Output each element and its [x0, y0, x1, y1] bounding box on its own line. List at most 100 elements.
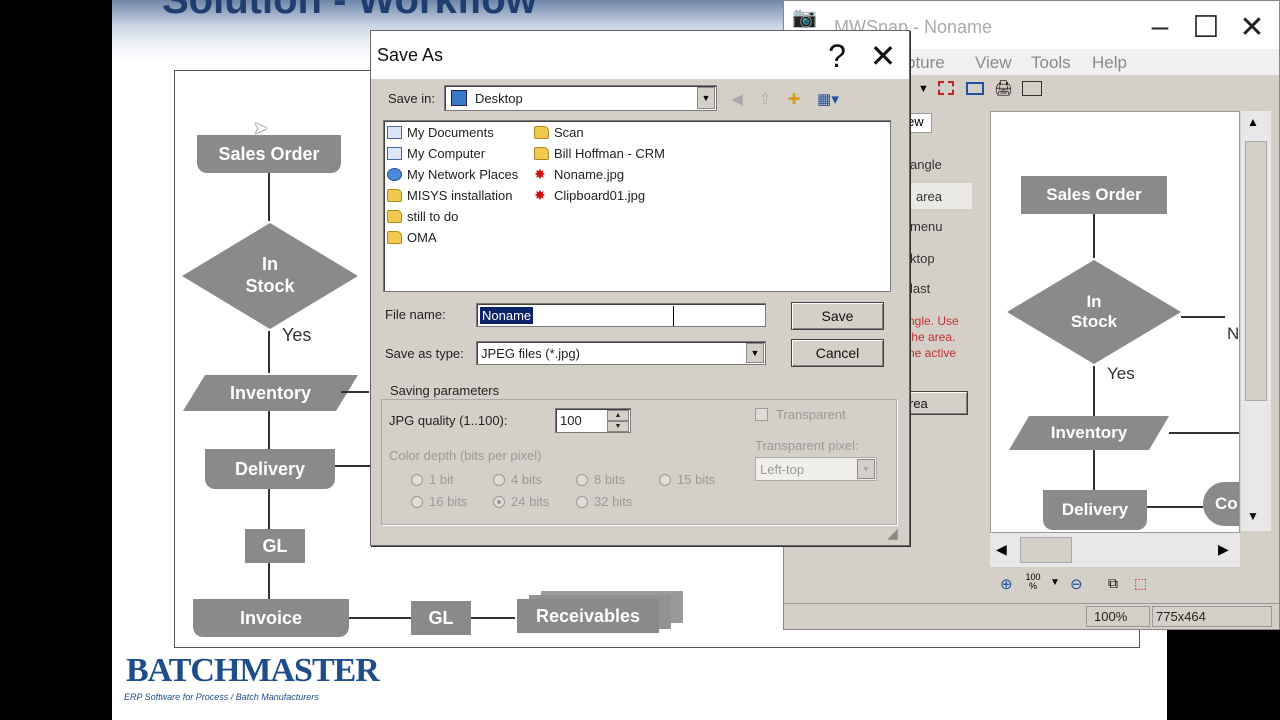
scroll-up-icon[interactable]: ▲ — [1247, 115, 1259, 129]
zoom-out-icon[interactable]: ⊖ — [1070, 575, 1083, 593]
zoom-toolbar: ⊕ 100 % ▼ ⊖ ⧉ ⬚ — [994, 573, 1194, 597]
crop-icon[interactable]: ⬚ — [1134, 575, 1147, 592]
preview-horizontal-scrollbar[interactable]: ◀ ▶ — [990, 533, 1240, 567]
capture-desktop-icon[interactable]: 🖨 — [994, 79, 1013, 97]
dropdown-arrow-icon[interactable]: ▼ — [918, 83, 929, 95]
resize-grip-icon[interactable]: ◢ — [887, 525, 907, 543]
help-icon[interactable]: ? — [817, 36, 857, 76]
scroll-thumb-h[interactable] — [1020, 537, 1072, 563]
connector — [268, 173, 270, 221]
depth-radio-4bits[interactable]: 4 bits — [493, 472, 542, 487]
file-name: MISYS installation — [407, 188, 513, 203]
depth-radio-1bit[interactable]: 1 bit — [411, 472, 454, 487]
menu-tools[interactable]: Tools — [1031, 53, 1071, 73]
capture-window-icon[interactable] — [966, 82, 984, 95]
list-item[interactable]: still to do — [387, 209, 458, 224]
transparent-label: Transparent — [776, 407, 846, 422]
list-item[interactable]: My Network Places — [387, 167, 518, 182]
capture-last-option[interactable]: last — [910, 281, 930, 296]
copy-icon[interactable]: ⧉ — [1108, 575, 1118, 592]
jpg-quality-spinner[interactable]: 100 ▲ ▼ — [555, 408, 631, 433]
menu-capture[interactable]: pture — [906, 53, 945, 73]
depth-radio-16bits[interactable]: 16 bits — [411, 494, 467, 509]
radio-label: 15 bits — [677, 472, 716, 487]
new-folder-icon[interactable]: ✚ — [784, 89, 804, 109]
chevron-down-icon[interactable]: ▼ — [746, 343, 764, 363]
transparent-pixel-dropdown[interactable]: Left-top ▼ — [755, 457, 877, 481]
back-icon[interactable]: ◀ — [727, 89, 747, 109]
depth-radio-15bits[interactable]: 15 bits — [659, 472, 715, 487]
close-icon[interactable]: ✕ — [863, 36, 903, 76]
status-zoom: 100% — [1094, 609, 1128, 624]
close-icon[interactable]: ✕ — [1232, 9, 1272, 45]
dialog-titlebar[interactable]: Save As ? ✕ — [371, 31, 909, 79]
file-name: My Documents — [407, 125, 494, 140]
capture-menu-option[interactable]: menu — [910, 219, 943, 234]
mwsnap-preview: Sales Order In Stock N Yes Inventory Del… — [990, 111, 1240, 533]
spin-down-icon[interactable]: ▼ — [607, 421, 629, 432]
list-item[interactable]: MISYS installation — [387, 188, 513, 203]
menu-help[interactable]: Help — [1092, 53, 1127, 73]
save-in-value: Desktop — [475, 91, 523, 106]
list-item[interactable]: My Documents — [387, 125, 494, 140]
chevron-down-icon[interactable]: ▼ — [857, 459, 875, 479]
transparent-checkbox[interactable]: Transparent — [755, 407, 846, 422]
desktop-icon — [451, 90, 467, 106]
minimize-icon[interactable]: – — [1140, 9, 1180, 45]
depth-radio-24bits[interactable]: 24 bits — [493, 494, 549, 509]
checkbox-box — [755, 408, 768, 421]
radio-label: 4 bits — [511, 472, 543, 487]
depth-radio-8bits[interactable]: 8 bits — [576, 472, 625, 487]
list-item[interactable]: My Computer — [387, 146, 485, 161]
list-item[interactable]: Bill Hoffman - CRM — [534, 146, 665, 161]
list-item[interactable]: OMA — [387, 230, 437, 245]
radio-label: 1 bit — [429, 472, 454, 487]
cancel-button[interactable]: Cancel — [791, 339, 884, 367]
connector — [1169, 432, 1239, 434]
connector — [268, 411, 270, 449]
scroll-left-icon[interactable]: ◀ — [996, 541, 1007, 558]
preview-yes-label: Yes — [1107, 364, 1135, 383]
capture-rectangle-option[interactable]: angle — [910, 157, 942, 172]
spin-up-icon[interactable]: ▲ — [607, 410, 629, 421]
radio-label: 16 bits — [429, 494, 468, 509]
connector — [268, 489, 270, 529]
transparent-pixel-label: Transparent pixel: — [755, 438, 859, 453]
menu-view[interactable]: View — [975, 53, 1012, 73]
maximize-icon[interactable]: ☐ — [1186, 9, 1226, 45]
in-stock-decision: In Stock — [180, 221, 360, 331]
capture-last-icon[interactable] — [1022, 81, 1042, 96]
zoom-dropdown-icon[interactable]: ▼ — [1050, 577, 1060, 588]
list-item[interactable]: Scan — [534, 125, 584, 140]
radio-label: 24 bits — [511, 494, 550, 509]
up-folder-icon[interactable]: ⇧ — [755, 89, 775, 109]
capture-rect-icon[interactable] — [938, 81, 954, 95]
depth-radio-32bits[interactable]: 32 bits — [576, 494, 632, 509]
file-name-input[interactable]: Noname — [476, 303, 766, 327]
zoom-in-icon[interactable]: ⊕ — [1000, 575, 1013, 593]
network-icon — [387, 168, 402, 181]
connector — [1093, 366, 1095, 416]
scroll-down-icon[interactable]: ▼ — [1247, 509, 1259, 523]
scroll-right-icon[interactable]: ▶ — [1218, 541, 1229, 558]
capture-area-button[interactable]: rea — [902, 391, 968, 415]
save-in-dropdown[interactable]: Desktop ▼ — [444, 85, 717, 111]
zoom-100-icon[interactable]: 100 % — [1024, 573, 1042, 591]
documents-icon — [387, 126, 402, 139]
file-list[interactable]: My Documents My Computer My Network Plac… — [383, 120, 891, 292]
preview-in-stock-label: In Stock — [1070, 291, 1118, 331]
preview-vertical-scrollbar[interactable]: ▲ ▼ — [1241, 111, 1271, 531]
capture-area-option[interactable]: area — [916, 189, 942, 204]
file-name: Scan — [554, 125, 584, 140]
save-button[interactable]: Save — [791, 302, 884, 330]
preview-inventory: Inventory — [1009, 416, 1169, 450]
save-as-type-dropdown[interactable]: JPEG files (*.jpg) ▼ — [476, 341, 766, 365]
list-item[interactable]: ✸ Noname.jpg — [534, 167, 624, 182]
scroll-thumb[interactable] — [1245, 141, 1267, 401]
preview-in-stock: In Stock — [1005, 258, 1183, 366]
list-item[interactable]: ✸ Clipboard01.jpg — [534, 188, 645, 203]
chevron-down-icon[interactable]: ▼ — [697, 87, 715, 109]
capture-desktop-option[interactable]: ktop — [910, 251, 935, 266]
preview-delivery: Delivery — [1043, 490, 1147, 530]
view-menu-icon[interactable]: ▦▾ — [813, 89, 843, 109]
